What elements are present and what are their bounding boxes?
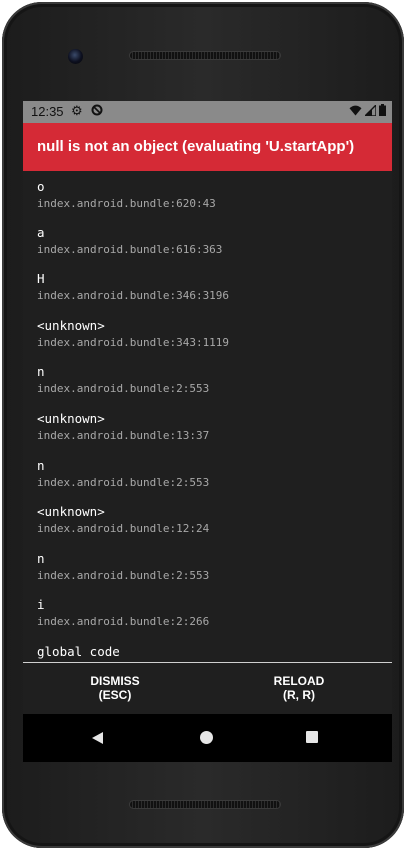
stack-frame[interactable]: a index.android.bundle:616:363 (37, 225, 222, 257)
status-bar: 12:35 ⚙ (23, 101, 392, 123)
frame-location: index.android.bundle:343:1119 (37, 336, 230, 349)
home-icon[interactable] (200, 731, 213, 744)
stack-frame[interactable]: n index.android.bundle:2:553 (37, 458, 209, 490)
bottom-speaker-grille (130, 801, 280, 808)
phone-frame: 12:35 ⚙ null is not an object (evaluatin… (2, 2, 404, 848)
stack-frame[interactable]: <unknown> index.android.bundle:12:24 (37, 504, 209, 536)
data-saver-icon (88, 103, 104, 118)
frame-location: index.android.bundle:13:37 (37, 429, 210, 442)
frame-location: index.android.bundle:2:266 (37, 615, 210, 628)
dismiss-label: DISMISS (90, 674, 140, 688)
frame-location: index.android.bundle:12:24 (37, 522, 210, 535)
frame-method: a (37, 225, 45, 240)
frame-location: index.android.bundle:2:553 (37, 382, 210, 395)
recents-icon[interactable] (306, 731, 318, 743)
dismiss-button[interactable]: DISMISS (ESC) (23, 663, 207, 715)
front-camera (68, 49, 83, 64)
settings-gear-icon: ⚙ (71, 103, 83, 118)
frame-location: index.android.bundle:616:363 (37, 243, 223, 256)
frame-method: H (37, 271, 45, 286)
top-speaker-grille (130, 52, 280, 59)
frame-method: <unknown> (37, 318, 105, 333)
reload-label: RELOAD (273, 674, 325, 688)
frame-method: i (37, 597, 45, 612)
wifi-icon (349, 104, 362, 119)
frame-location: index.android.bundle:2:553 (37, 476, 210, 489)
stack-frame[interactable]: n index.android.bundle:2:553 (37, 364, 209, 396)
signal-icon (363, 103, 377, 119)
error-footer: DISMISS (ESC) RELOAD (R, R) (23, 662, 392, 715)
frame-method: <unknown> (37, 411, 105, 426)
device-screen: 12:35 ⚙ null is not an object (evaluatin… (23, 101, 392, 762)
frame-method: <unknown> (37, 504, 105, 519)
stack-frame[interactable]: <unknown> index.android.bundle:343:1119 (37, 318, 229, 350)
stack-frame[interactable]: n index.android.bundle:2:553 (37, 551, 209, 583)
frame-location: index.android.bundle:346:3196 (37, 289, 230, 302)
stack-frame[interactable]: i index.android.bundle:2:266 (37, 597, 209, 629)
frame-method: n (37, 551, 45, 566)
frame-method: global code (37, 644, 120, 659)
frame-method: n (37, 364, 45, 379)
status-time: 12:35 (31, 104, 64, 119)
frame-method: n (37, 458, 45, 473)
stack-frame[interactable]: <unknown> index.android.bundle:13:37 (37, 411, 209, 443)
stack-frame[interactable]: H index.android.bundle:346:3196 (37, 271, 229, 303)
back-icon[interactable] (92, 732, 103, 744)
battery-icon (379, 104, 386, 119)
reload-shortcut: (R, R) (283, 688, 315, 702)
frame-location: index.android.bundle:2:553 (37, 569, 210, 582)
stack-frame[interactable]: o index.android.bundle:620:43 (37, 179, 216, 211)
frame-location: index.android.bundle:620:43 (37, 197, 216, 210)
frame-method: o (37, 179, 45, 194)
reload-button[interactable]: RELOAD (R, R) (207, 663, 391, 715)
navigation-bar (23, 714, 392, 762)
error-message: null is not an object (evaluating 'U.sta… (37, 138, 355, 155)
error-header: null is not an object (evaluating 'U.sta… (23, 123, 392, 171)
dismiss-shortcut: (ESC) (98, 688, 132, 702)
stack-trace-list[interactable]: o index.android.bundle:620:43 a index.an… (23, 171, 392, 662)
stack-frame[interactable]: global code (37, 644, 120, 660)
